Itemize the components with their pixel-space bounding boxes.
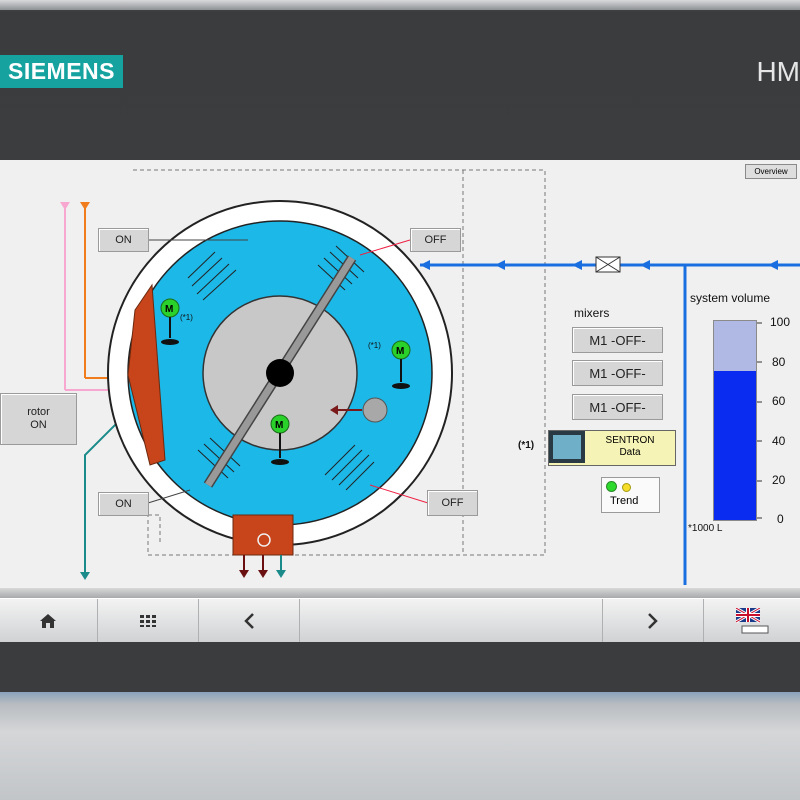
motor-footnote-1: (*1) (180, 313, 193, 322)
svg-text:M: M (275, 420, 283, 431)
pink-arrow (60, 202, 70, 210)
drain-arrows (239, 555, 268, 578)
svg-text:M: M (165, 304, 173, 315)
trend-label: Trend (610, 495, 639, 507)
tick-60: 60 (772, 394, 786, 408)
on-button-top[interactable]: ON (98, 228, 149, 252)
blue-arrow-4 (640, 260, 650, 270)
volume-unit: *1000 L (688, 523, 723, 534)
tick-80: 80 (772, 355, 786, 369)
language-button[interactable] (703, 599, 800, 643)
forward-button[interactable] (602, 599, 703, 643)
blue-arrow-3 (572, 260, 582, 270)
siemens-logo: SIEMENS (0, 55, 123, 88)
hmi-screen: M M M Overview ON OFF ON OFF rotor ON (*… (0, 160, 800, 588)
teal-drain-arrow (276, 570, 286, 578)
chevron-right-icon (648, 613, 658, 629)
mixers-title: mixers (574, 306, 610, 320)
device-rim (0, 0, 800, 10)
trend-button[interactable]: Trend (601, 477, 660, 513)
back-button[interactable] (198, 599, 299, 643)
overview-button[interactable]: Overview (745, 164, 797, 179)
tick-40: 40 (772, 434, 786, 448)
on-button-bottom[interactable]: ON (98, 492, 149, 516)
motor-footnote-2: (*1) (368, 341, 381, 350)
volume-bar-fill (714, 370, 756, 520)
uk-flag-icon (735, 608, 768, 634)
tick-100: 100 (770, 315, 791, 329)
off-button-top[interactable]: OFF (410, 228, 461, 252)
model-label: HM (756, 56, 800, 87)
grid-icon (140, 615, 156, 627)
blue-arrow-2 (495, 260, 505, 270)
home-button[interactable] (0, 599, 96, 643)
grid-button[interactable] (97, 599, 198, 643)
mixer-button-1[interactable]: M1 -OFF- (572, 327, 663, 353)
rotor-button[interactable]: rotor ON (0, 393, 77, 445)
process-diagram: M M M (60, 169, 800, 585)
off-button-bottom[interactable]: OFF (427, 490, 478, 516)
status-green-icon (606, 481, 617, 492)
pump-icon (362, 397, 388, 423)
mixer-button-3[interactable]: M1 -OFF- (572, 394, 663, 420)
home-icon (40, 614, 56, 628)
sentron-device-icon (549, 431, 585, 463)
blue-arrow-5 (768, 260, 778, 270)
volume-bar (713, 320, 757, 521)
navbar-spacer (299, 599, 602, 643)
drain-box (232, 514, 294, 556)
sentron-label: SENTRON Data (605, 435, 655, 458)
device-bezel-bottom (0, 642, 800, 692)
hmi-navbar (0, 598, 800, 643)
tick-20: 20 (772, 473, 786, 487)
rotor-hub (266, 359, 294, 387)
blue-arrow-1 (420, 260, 430, 270)
device-bezel-top: SIEMENS HM (0, 0, 800, 160)
status-yellow-icon (622, 483, 631, 492)
svg-text:M: M (396, 346, 404, 357)
sentron-data-button[interactable]: SENTRON Data (548, 430, 676, 466)
orange-arrow (80, 202, 90, 210)
system-volume-title: system volume (690, 291, 771, 305)
device-frame-bottom (0, 692, 800, 800)
mixer-button-2[interactable]: M1 -OFF- (572, 360, 663, 386)
tick-0: 0 (777, 512, 784, 526)
dashed-frame-bottom (148, 514, 161, 545)
screen-edge (0, 588, 800, 598)
sentron-footnote: (*1) (518, 440, 535, 451)
teal-arrow (80, 572, 90, 580)
chevron-left-icon (244, 613, 254, 629)
